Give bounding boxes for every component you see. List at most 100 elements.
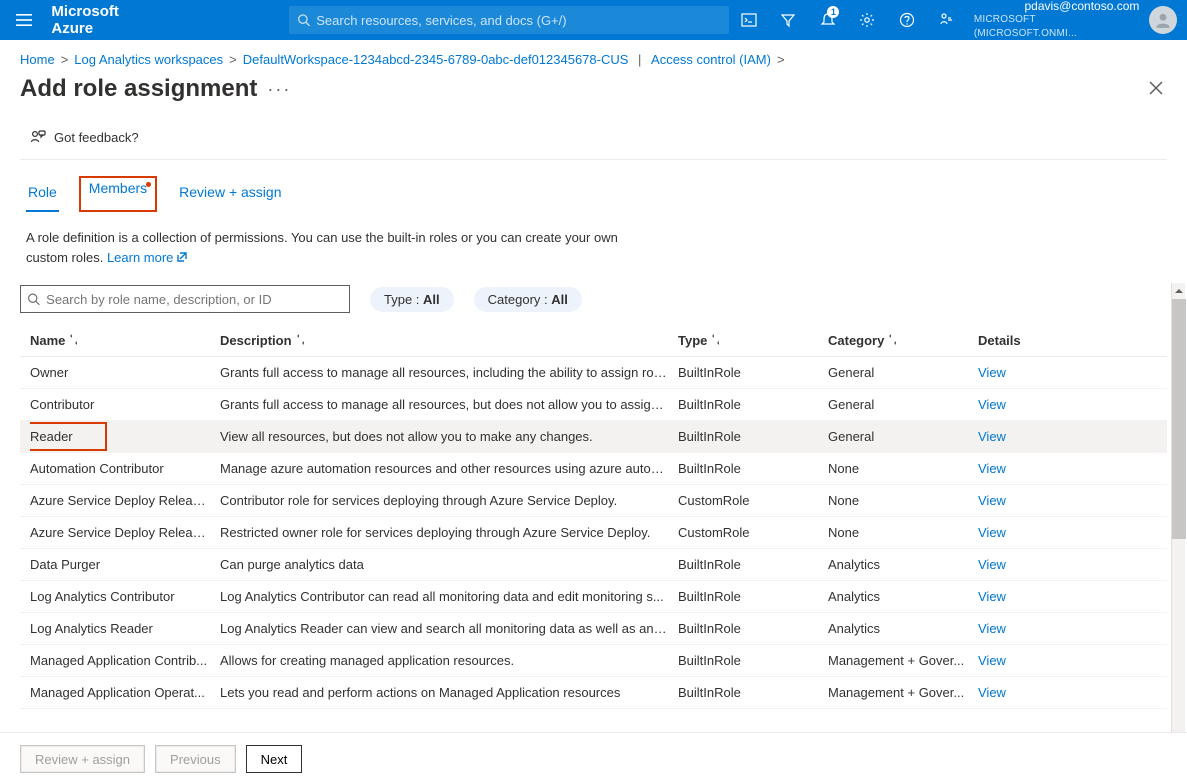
cell-name: Data Purger <box>30 557 220 572</box>
scrollbar[interactable] <box>1171 283 1185 757</box>
table-row[interactable]: ReaderView all resources, but does not a… <box>20 421 1167 453</box>
cell-name: Automation Contributor <box>30 461 220 476</box>
view-link[interactable]: View <box>978 653 1006 668</box>
scroll-thumb[interactable] <box>1172 299 1186 539</box>
category-filter[interactable]: Category : All <box>474 287 582 312</box>
content: Got feedback? Role Members Review + assi… <box>0 113 1187 757</box>
view-link[interactable]: View <box>978 461 1006 476</box>
breadcrumb-home[interactable]: Home <box>20 52 55 67</box>
cell-description: View all resources, but does not allow y… <box>220 429 678 444</box>
feedback-label: Got feedback? <box>54 130 139 145</box>
cell-description: Lets you read and perform actions on Man… <box>220 685 678 700</box>
next-button[interactable]: Next <box>246 745 303 773</box>
cell-description: Grants full access to manage all resourc… <box>220 397 678 412</box>
table-row[interactable]: Managed Application Operat...Lets you re… <box>20 677 1167 709</box>
breadcrumb-iam[interactable]: Access control (IAM) <box>651 52 771 67</box>
cell-type: BuiltInRole <box>678 461 828 476</box>
feedback-icon[interactable] <box>926 0 966 40</box>
view-link[interactable]: View <box>978 493 1006 508</box>
table-row[interactable]: Automation ContributorManage azure autom… <box>20 453 1167 485</box>
view-link[interactable]: View <box>978 685 1006 700</box>
table-row[interactable]: Log Analytics ContributorLog Analytics C… <box>20 581 1167 613</box>
cell-description: Log Analytics Reader can view and search… <box>220 621 678 636</box>
external-link-icon <box>177 248 187 258</box>
cell-category: None <box>828 525 978 540</box>
person-feedback-icon <box>30 129 46 145</box>
role-search-input[interactable] <box>46 292 343 307</box>
scroll-up-icon[interactable] <box>1172 283 1185 299</box>
cell-description: Manage azure automation resources and ot… <box>220 461 678 476</box>
table-row[interactable]: Azure Service Deploy Release ...Restrict… <box>20 517 1167 549</box>
table-row[interactable]: Managed Application Contrib...Allows for… <box>20 645 1167 677</box>
col-header-type[interactable]: Type <box>678 333 828 348</box>
view-link[interactable]: View <box>978 365 1006 380</box>
tabs: Role Members Review + assign <box>20 160 1167 212</box>
settings-icon[interactable] <box>847 0 887 40</box>
table-row[interactable]: Log Analytics ReaderLog Analytics Reader… <box>20 613 1167 645</box>
cell-type: BuiltInRole <box>678 429 828 444</box>
account-info[interactable]: pdavis@contoso.com MICROSOFT (MICROSOFT.… <box>966 0 1148 41</box>
cell-type: BuiltInRole <box>678 365 828 380</box>
view-link[interactable]: View <box>978 621 1006 636</box>
search-icon <box>27 292 40 306</box>
notifications-icon[interactable]: 1 <box>808 0 848 40</box>
cell-description: Restricted owner role for services deplo… <box>220 525 678 540</box>
help-icon[interactable] <box>887 0 927 40</box>
table-body: OwnerGrants full access to manage all re… <box>20 357 1167 709</box>
role-search[interactable] <box>20 285 350 313</box>
cell-type: BuiltInRole <box>678 557 828 572</box>
previous-button[interactable]: Previous <box>155 745 236 773</box>
chevron-right-icon: > <box>229 52 237 67</box>
cell-name: Azure Service Deploy Release ... <box>30 493 220 508</box>
cell-description: Allows for creating managed application … <box>220 653 678 668</box>
hamburger-menu[interactable] <box>0 0 47 40</box>
col-header-details: Details <box>978 333 1078 348</box>
cell-name: Contributor <box>30 397 220 412</box>
avatar[interactable] <box>1149 6 1177 34</box>
type-filter[interactable]: Type : All <box>370 287 454 312</box>
view-link[interactable]: View <box>978 429 1006 444</box>
cell-type: BuiltInRole <box>678 685 828 700</box>
global-search-input[interactable] <box>316 13 721 28</box>
breadcrumb-workspaces[interactable]: Log Analytics workspaces <box>74 52 223 67</box>
brand[interactable]: Microsoft Azure <box>47 3 178 37</box>
sort-icon <box>888 333 899 348</box>
global-search[interactable] <box>289 6 729 34</box>
cell-type: CustomRole <box>678 493 828 508</box>
view-link[interactable]: View <box>978 557 1006 572</box>
table-row[interactable]: OwnerGrants full access to manage all re… <box>20 357 1167 389</box>
close-button[interactable] <box>1145 77 1167 102</box>
cell-description: Grants full access to manage all resourc… <box>220 365 678 380</box>
tab-members[interactable]: Members <box>87 174 149 196</box>
chevron-right-icon: > <box>61 52 69 67</box>
view-link[interactable]: View <box>978 589 1006 604</box>
breadcrumb-workspace[interactable]: DefaultWorkspace-1234abcd-2345-6789-0abc… <box>243 52 629 67</box>
directory-filter-icon[interactable] <box>768 0 808 40</box>
roles-table: Name Description Type Category Details O… <box>20 327 1167 709</box>
more-icon[interactable]: ··· <box>267 79 291 100</box>
tab-role[interactable]: Role <box>26 178 59 212</box>
cell-description: Contributor role for services deploying … <box>220 493 678 508</box>
col-header-name[interactable]: Name <box>30 333 220 348</box>
view-link[interactable]: View <box>978 397 1006 412</box>
table-row[interactable]: Azure Service Deploy Release ...Contribu… <box>20 485 1167 517</box>
title-row: Add role assignment ··· <box>0 71 1187 113</box>
learn-more-link[interactable]: Learn more <box>107 250 187 265</box>
cloud-shell-icon[interactable] <box>729 0 769 40</box>
search-icon <box>297 13 310 27</box>
review-assign-button[interactable]: Review + assign <box>20 745 145 773</box>
tab-review[interactable]: Review + assign <box>177 178 283 212</box>
cell-description: Log Analytics Contributor can read all m… <box>220 589 678 604</box>
col-header-description[interactable]: Description <box>220 333 678 348</box>
table-header: Name Description Type Category Details <box>20 327 1167 357</box>
feedback-link[interactable]: Got feedback? <box>20 113 1167 160</box>
cell-type: BuiltInRole <box>678 589 828 604</box>
cell-type: BuiltInRole <box>678 653 828 668</box>
table-row[interactable]: Data PurgerCan purge analytics dataBuilt… <box>20 549 1167 581</box>
tab-dirty-indicator-icon <box>146 182 151 187</box>
cell-category: Analytics <box>828 621 978 636</box>
col-header-category[interactable]: Category <box>828 333 978 348</box>
cell-category: Analytics <box>828 557 978 572</box>
table-row[interactable]: ContributorGrants full access to manage … <box>20 389 1167 421</box>
view-link[interactable]: View <box>978 525 1006 540</box>
